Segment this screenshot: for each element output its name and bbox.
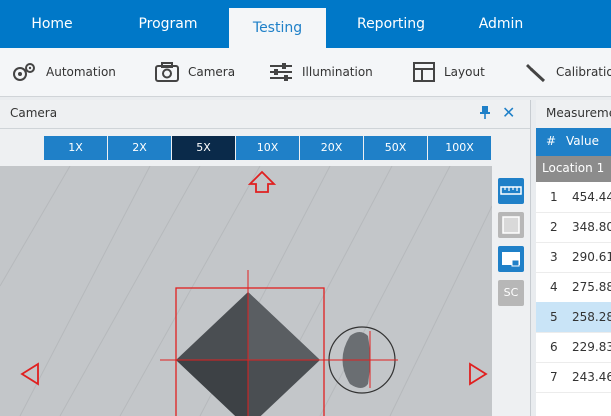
camera-panel-header: Camera ✕: [0, 100, 530, 129]
camera-icon: [155, 62, 179, 82]
location-label: Location 1: [542, 161, 605, 175]
crop-button[interactable]: [498, 212, 524, 238]
row-index: 5: [550, 310, 558, 324]
automation-button[interactable]: Automation: [12, 48, 116, 96]
tab-testing[interactable]: Testing: [229, 8, 326, 48]
tab-program[interactable]: Program: [128, 0, 208, 48]
column-value[interactable]: Value: [566, 134, 599, 148]
main-menubar: Home Program Testing Reporting Admin: [0, 0, 611, 48]
illumination-button[interactable]: Illumination: [268, 48, 373, 96]
calibration-label: Calibratio: [556, 65, 611, 79]
table-row[interactable]: 2 348.80: [536, 212, 611, 243]
ruler-icon: [500, 186, 522, 195]
measurement-panel: Measureme # Value Location 1 1 454.44 2 …: [536, 100, 611, 416]
layout-icon: [413, 62, 435, 82]
crop-icon: [502, 216, 520, 234]
table-row[interactable]: 3 290.61: [536, 242, 611, 273]
row-index: 3: [550, 250, 558, 264]
measurement-table-header: # Value: [536, 128, 611, 156]
column-index[interactable]: #: [546, 134, 556, 148]
ribbon-toolbar: Automation Camera Illumination Layout Ca…: [0, 48, 611, 97]
zoom-5x-button[interactable]: 5X: [172, 136, 235, 160]
row-value: 243.46: [572, 370, 611, 384]
camera-button[interactable]: Camera: [154, 48, 235, 96]
camera-panel-title: Camera: [10, 106, 58, 120]
zoom-selector: 1X 2X 5X 10X 20X 50X 100X: [44, 136, 492, 160]
tab-reporting[interactable]: Reporting: [348, 0, 434, 48]
row-value: 275.88: [572, 280, 611, 294]
monitor-icon: [502, 252, 520, 267]
row-index: 2: [550, 220, 558, 234]
automation-label: Automation: [46, 65, 116, 79]
camera-live-view[interactable]: [0, 166, 492, 416]
row-index: 6: [550, 340, 558, 354]
close-icon[interactable]: ✕: [502, 103, 515, 122]
table-row-selected[interactable]: 5 258.28: [536, 302, 611, 333]
row-index: 7: [550, 370, 558, 384]
layout-label: Layout: [444, 65, 485, 79]
location-group-row[interactable]: Location 1: [536, 156, 611, 182]
row-value: 290.61: [572, 250, 611, 264]
row-index: 1: [550, 190, 558, 204]
zoom-100x-button[interactable]: 100X: [428, 136, 491, 160]
illumination-label: Illumination: [302, 65, 373, 79]
calibration-button[interactable]: Calibratio: [524, 48, 611, 96]
camera-panel: Camera ✕ 1X 2X 5X 10X 20X 50X 100X SC: [0, 100, 531, 416]
table-row[interactable]: 4 275.88: [536, 272, 611, 303]
camera-side-tools: SC: [498, 178, 526, 314]
camera-label: Camera: [188, 65, 236, 79]
tab-home[interactable]: Home: [22, 0, 82, 48]
tab-admin[interactable]: Admin: [468, 0, 534, 48]
row-value: 348.80: [572, 220, 611, 234]
row-index: 4: [550, 280, 558, 294]
row-value: 258.28: [572, 310, 611, 324]
layout-button[interactable]: Layout: [412, 48, 485, 96]
table-row[interactable]: 1 454.44: [536, 182, 611, 213]
sc-button[interactable]: SC: [498, 280, 524, 306]
zoom-2x-button[interactable]: 2X: [108, 136, 171, 160]
measurement-panel-header: Measureme: [536, 100, 611, 129]
zoom-20x-button[interactable]: 20X: [300, 136, 363, 160]
row-value: 229.83: [572, 340, 611, 354]
wrench-icon: [526, 64, 546, 83]
pin-icon[interactable]: [478, 105, 492, 119]
row-value: 454.44: [572, 190, 611, 204]
sliders-icon: [270, 63, 292, 81]
monitor-button[interactable]: [498, 246, 524, 272]
zoom-50x-button[interactable]: 50X: [364, 136, 427, 160]
zoom-1x-button[interactable]: 1X: [44, 136, 107, 160]
zoom-10x-button[interactable]: 10X: [236, 136, 299, 160]
microscope-image[interactable]: [0, 166, 492, 416]
measurement-panel-title: Measureme: [546, 106, 611, 120]
ruler-button[interactable]: [498, 178, 524, 204]
table-row[interactable]: 7 243.46: [536, 362, 611, 393]
gears-icon: [13, 63, 35, 81]
table-row[interactable]: 6 229.83: [536, 332, 611, 363]
